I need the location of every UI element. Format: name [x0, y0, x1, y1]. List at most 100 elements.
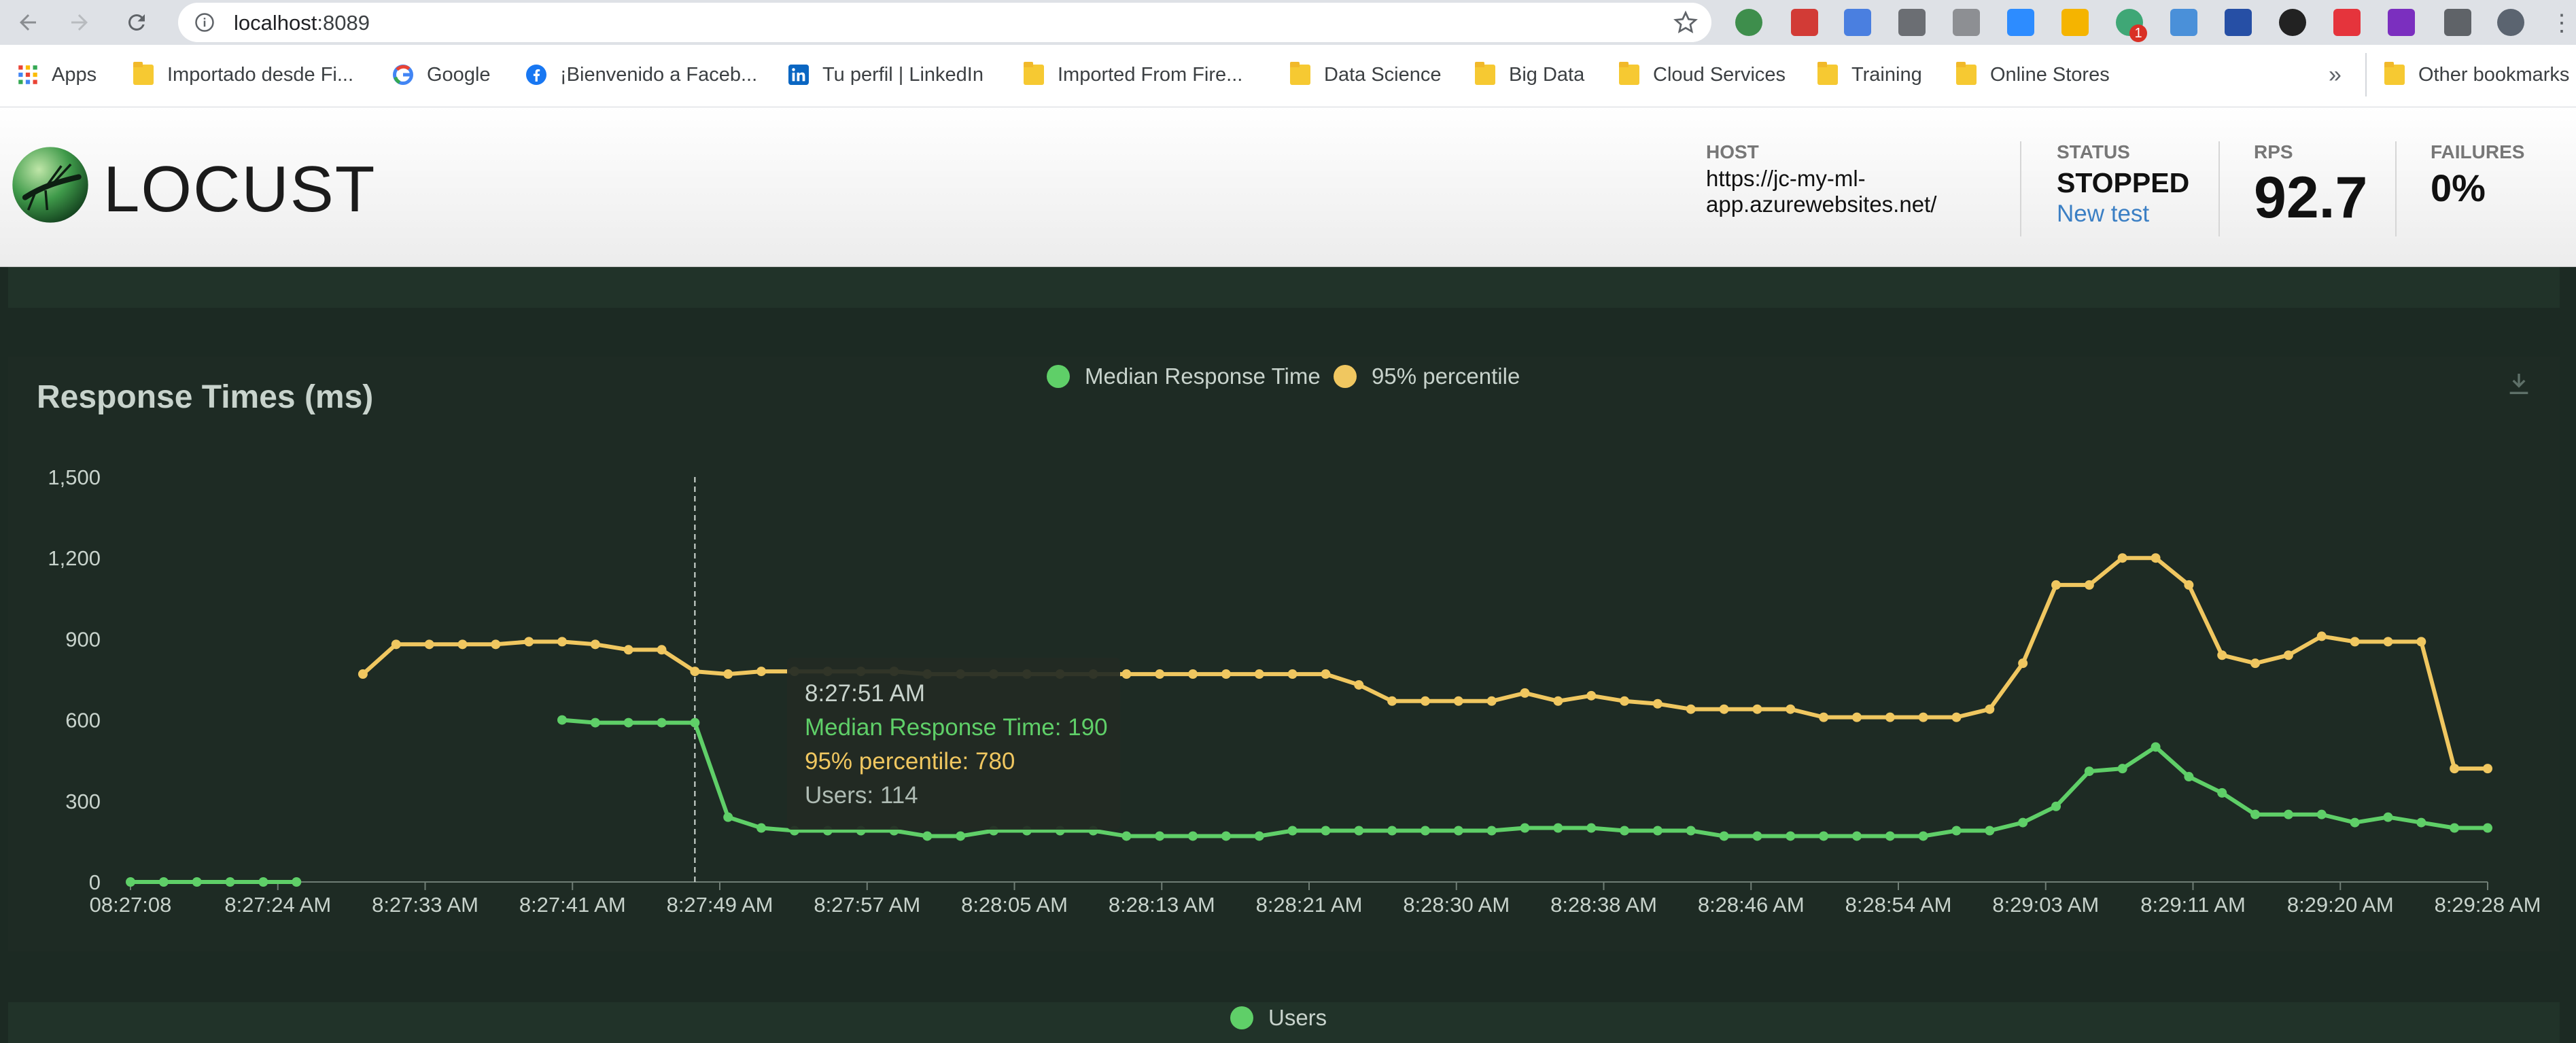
data-point-p95[interactable] — [1885, 712, 1895, 722]
data-point-median[interactable] — [657, 718, 667, 728]
data-point-p95[interactable] — [2383, 637, 2393, 647]
data-point-p95[interactable] — [1221, 669, 1231, 679]
data-point-median[interactable] — [1652, 826, 1663, 836]
data-point-median[interactable] — [1985, 826, 1995, 836]
data-point-p95[interactable] — [2483, 764, 2492, 774]
data-point-median[interactable] — [292, 877, 302, 887]
data-point-median[interactable] — [2051, 801, 2061, 811]
data-point-median[interactable] — [1287, 826, 1298, 836]
data-point-median[interactable] — [225, 877, 235, 887]
data-point-median[interactable] — [1686, 826, 1696, 836]
data-point-median[interactable] — [1553, 823, 1563, 833]
data-point-median[interactable] — [690, 718, 700, 728]
data-point-median[interactable] — [1354, 826, 1364, 836]
data-point-median[interactable] — [1719, 831, 1729, 841]
data-point-median[interactable] — [2416, 817, 2426, 828]
data-point-median[interactable] — [192, 877, 202, 887]
data-point-median[interactable] — [158, 877, 169, 887]
data-point-median[interactable] — [1951, 826, 1962, 836]
data-point-p95[interactable] — [1321, 669, 1331, 679]
data-point-p95[interactable] — [2450, 764, 2460, 774]
data-point-p95[interactable] — [1620, 696, 1630, 706]
data-point-p95[interactable] — [1387, 696, 1397, 706]
data-point-p95[interactable] — [690, 667, 700, 677]
data-point-p95[interactable] — [2051, 580, 2061, 590]
data-point-p95[interactable] — [1586, 690, 1597, 701]
data-point-median[interactable] — [258, 877, 268, 887]
data-point-p95[interactable] — [1155, 669, 1165, 679]
data-point-median[interactable] — [557, 715, 567, 725]
data-point-p95[interactable] — [1951, 712, 1962, 722]
data-point-median[interactable] — [623, 718, 633, 728]
data-point-median[interactable] — [1321, 826, 1331, 836]
data-point-median[interactable] — [2283, 809, 2293, 819]
data-point-p95[interactable] — [457, 639, 468, 650]
data-point-median[interactable] — [2151, 742, 2161, 752]
data-point-p95[interactable] — [524, 637, 534, 647]
data-point-median[interactable] — [1221, 831, 1231, 841]
data-point-median[interactable] — [1620, 826, 1630, 836]
data-point-median[interactable] — [956, 831, 966, 841]
data-point-p95[interactable] — [2018, 658, 2028, 669]
data-point-median[interactable] — [1586, 823, 1597, 833]
data-point-p95[interactable] — [1553, 696, 1563, 706]
data-point-p95[interactable] — [756, 667, 767, 677]
data-point-p95[interactable] — [2250, 658, 2261, 669]
data-point-p95[interactable] — [1652, 699, 1663, 709]
data-point-p95[interactable] — [2316, 631, 2327, 641]
data-point-median[interactable] — [2018, 817, 2028, 828]
data-point-median[interactable] — [2217, 788, 2227, 798]
data-point-median[interactable] — [2383, 812, 2393, 822]
data-point-p95[interactable] — [1453, 696, 1463, 706]
data-point-p95[interactable] — [2084, 580, 2094, 590]
data-point-median[interactable] — [2084, 766, 2094, 777]
data-point-median[interactable] — [590, 718, 600, 728]
data-point-p95[interactable] — [1918, 712, 1928, 722]
data-point-median[interactable] — [126, 877, 135, 887]
data-point-median[interactable] — [1121, 831, 1132, 841]
data-point-p95[interactable] — [2416, 637, 2426, 647]
data-point-p95[interactable] — [2184, 580, 2194, 590]
data-point-median[interactable] — [1254, 831, 1264, 841]
data-point-median[interactable] — [723, 812, 733, 822]
data-point-median[interactable] — [2350, 817, 2360, 828]
data-point-p95[interactable] — [358, 669, 368, 679]
data-point-p95[interactable] — [1851, 712, 1862, 722]
data-point-p95[interactable] — [1752, 704, 1762, 714]
data-point-median[interactable] — [922, 831, 933, 841]
data-point-p95[interactable] — [1254, 669, 1264, 679]
data-point-p95[interactable] — [1121, 669, 1132, 679]
data-point-p95[interactable] — [1819, 712, 1829, 722]
data-point-median[interactable] — [1453, 826, 1463, 836]
data-point-p95[interactable] — [557, 637, 567, 647]
data-point-median[interactable] — [1885, 831, 1895, 841]
data-point-p95[interactable] — [491, 639, 501, 650]
data-point-p95[interactable] — [623, 645, 633, 655]
data-point-p95[interactable] — [2283, 650, 2293, 660]
data-point-p95[interactable] — [2350, 637, 2360, 647]
data-point-median[interactable] — [756, 823, 767, 833]
data-point-median[interactable] — [2450, 823, 2460, 833]
data-point-p95[interactable] — [1786, 704, 1796, 714]
data-point-p95[interactable] — [590, 639, 600, 650]
data-point-p95[interactable] — [2117, 553, 2127, 563]
legend-users[interactable]: Users — [1230, 1005, 1327, 1031]
data-point-p95[interactable] — [424, 639, 434, 650]
data-point-median[interactable] — [2483, 823, 2492, 833]
data-point-median[interactable] — [1520, 823, 1530, 833]
data-point-median[interactable] — [1851, 831, 1862, 841]
data-point-median[interactable] — [1155, 831, 1165, 841]
data-point-median[interactable] — [2117, 764, 2127, 774]
data-point-p95[interactable] — [1287, 669, 1298, 679]
data-point-p95[interactable] — [1188, 669, 1198, 679]
data-point-p95[interactable] — [1354, 679, 1364, 690]
data-point-median[interactable] — [1752, 831, 1762, 841]
data-point-p95[interactable] — [1420, 696, 1430, 706]
data-point-median[interactable] — [1786, 831, 1796, 841]
data-point-median[interactable] — [2316, 809, 2327, 819]
data-point-median[interactable] — [1819, 831, 1829, 841]
data-point-median[interactable] — [1387, 826, 1397, 836]
data-point-median[interactable] — [2250, 809, 2261, 819]
data-point-p95[interactable] — [1719, 704, 1729, 714]
data-point-median[interactable] — [2184, 772, 2194, 782]
